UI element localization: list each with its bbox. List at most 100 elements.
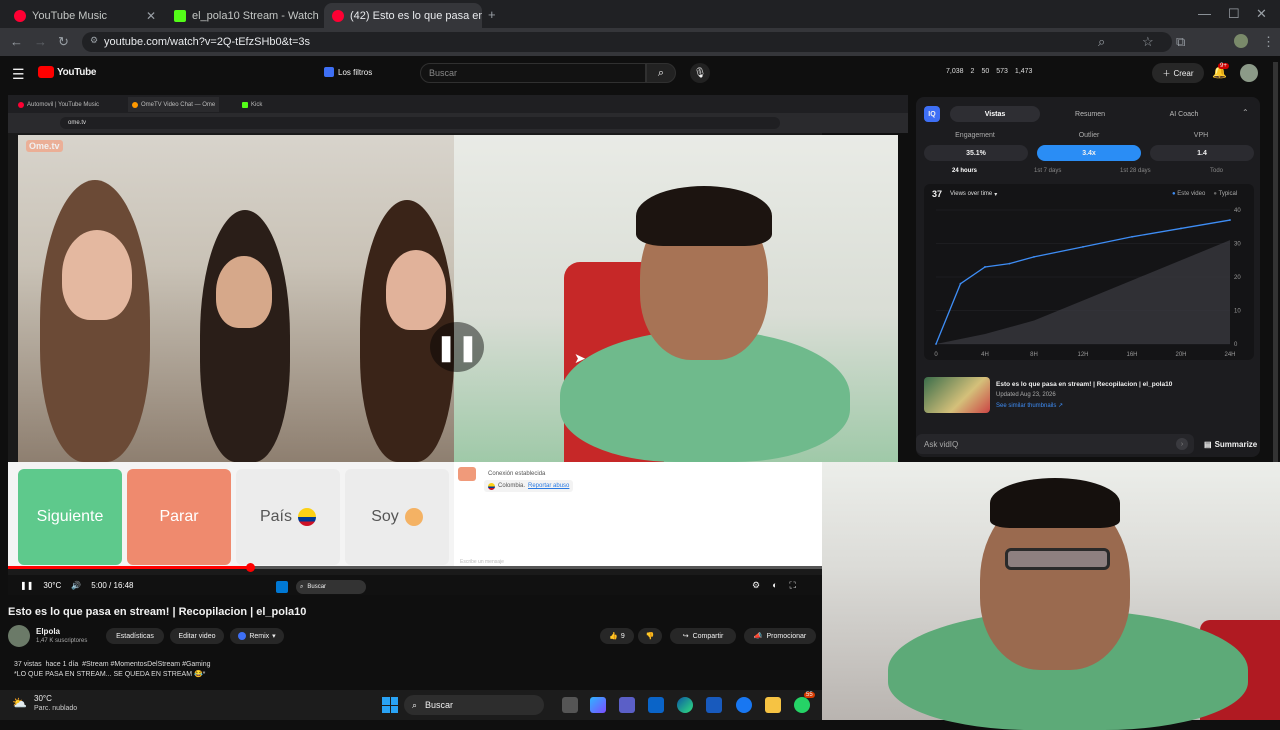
new-tab-icon[interactable]: + xyxy=(488,7,496,22)
edit-video-button[interactable]: Editar video xyxy=(170,628,224,644)
subscriber-count: 1,47 K suscriptores xyxy=(36,638,88,644)
range-24h[interactable]: 24 hours xyxy=(952,168,977,174)
channel-avatar[interactable] xyxy=(1240,64,1258,82)
gender-button[interactable]: Soy xyxy=(345,469,449,565)
hamburger-menu-icon[interactable]: ☰ xyxy=(12,66,25,83)
range-7d[interactable]: 1st 7 days xyxy=(1034,168,1061,174)
windows-start-icon xyxy=(276,581,288,593)
ask-vidiq-input[interactable]: Ask vidIQ xyxy=(916,434,1194,454)
description-box[interactable]: 37 vistas hace 1 día #Stream #MomentosDe… xyxy=(8,657,822,687)
data-point xyxy=(1008,262,1011,265)
views-line-chart: 0 10 20 30 40 0 4H 8H 12H 16H 20H 24H xyxy=(934,208,1241,358)
taskbar-search[interactable]: ⌕ Buscar xyxy=(404,695,544,715)
forward-icon[interactable]: → xyxy=(34,34,47,49)
microphone-icon: 🎙 xyxy=(693,67,707,79)
volume-icon[interactable]: 🔊 xyxy=(71,581,81,590)
mail-icon[interactable] xyxy=(648,697,664,713)
search-button[interactable]: ⌕ xyxy=(646,63,676,83)
tab-views[interactable]: Vistas xyxy=(950,106,1040,122)
dislike-button[interactable]: 👎 xyxy=(638,628,662,644)
close-tab-icon[interactable]: ✕ xyxy=(146,9,156,23)
youtube-logo-text[interactable]: YouTube xyxy=(57,67,97,78)
next-button[interactable]: Siguiente xyxy=(18,469,122,565)
remix-button[interactable]: Remix ▾ xyxy=(230,628,284,644)
whatsapp-icon[interactable] xyxy=(794,697,810,713)
similar-thumbnails-link[interactable]: See similar thumbnails ↗ xyxy=(996,402,1063,409)
file-explorer-icon[interactable] xyxy=(765,697,781,713)
settings-icon[interactable]: ⚙ xyxy=(752,580,760,591)
send-arrow-icon[interactable]: › xyxy=(1176,438,1188,450)
profile-avatar[interactable] xyxy=(1234,34,1248,48)
scrollbar[interactable] xyxy=(1273,62,1278,462)
zoom-icon[interactable]: ⌕ xyxy=(1098,34,1105,50)
browser-tab[interactable]: YouTube Music ✕ xyxy=(6,3,164,28)
legend-label: Typical xyxy=(1218,191,1238,197)
legend-label: Este video xyxy=(1177,191,1206,197)
country-button[interactable]: País xyxy=(236,469,340,565)
message-input[interactable]: Escribe un mensaje xyxy=(460,559,504,565)
back-icon[interactable]: ← xyxy=(10,34,23,49)
minimize-icon[interactable]: — xyxy=(1198,6,1211,21)
voice-search-button[interactable]: 🎙 xyxy=(690,63,710,83)
share-button[interactable]: ↪ Compartir xyxy=(670,628,736,644)
recorded-tab: OmeTV Video Chat — Ome xyxy=(128,97,220,112)
tab-summary[interactable]: Resumen xyxy=(1044,106,1136,122)
browser-tab-active[interactable]: (42) Esto es lo que pasa en ✕ xyxy=(324,3,482,28)
channel-avatar[interactable] xyxy=(8,625,30,647)
extensions-icon[interactable]: ⧉ xyxy=(1176,34,1185,50)
gender-label: Soy xyxy=(371,508,399,525)
vidiq-logo-icon: IQ xyxy=(924,106,940,122)
channel-name[interactable]: Elpola xyxy=(36,627,60,636)
search-icon: ⌕ xyxy=(412,699,418,710)
youtube-logo-icon[interactable] xyxy=(38,66,54,78)
filters-button[interactable]: Los filtros xyxy=(324,67,372,77)
edge-icon[interactable] xyxy=(677,697,693,713)
weather-icon[interactable]: ⛅ xyxy=(12,696,27,710)
stats-button[interactable]: Estadísticas xyxy=(106,628,164,644)
x-tick-label: 24H xyxy=(1224,352,1235,358)
fullscreen-icon[interactable]: ⛶ xyxy=(790,580,796,591)
word-icon[interactable] xyxy=(706,697,722,713)
promote-button[interactable]: 📣 Promocionar xyxy=(744,628,816,644)
views-line: 37 vistas hace 1 día #Stream #MomentosDe… xyxy=(14,661,211,668)
like-button[interactable]: 👍 9 xyxy=(600,628,634,644)
weather-temp: 30°C xyxy=(43,580,62,590)
chat-panel xyxy=(454,462,822,568)
reload-icon[interactable]: ↻ xyxy=(58,34,69,50)
task-view-icon[interactable] xyxy=(562,697,578,713)
range-28d[interactable]: 1st 28 days xyxy=(1120,168,1151,174)
stop-button[interactable]: Parar xyxy=(127,469,231,565)
tab-label: (42) Esto es lo que pasa en xyxy=(350,9,482,22)
url-field[interactable]: youtube.com/watch?v=2Q-tEfzSHb0&t=3s xyxy=(82,32,1172,52)
windows-start-icon[interactable] xyxy=(382,697,398,713)
browser-tab[interactable]: el_pola10 Stream - Watch Live ✕ xyxy=(166,3,322,28)
teams-icon[interactable] xyxy=(619,697,635,713)
chart-title-dropdown[interactable]: Views over time ▾ xyxy=(950,191,997,198)
legend-typical: ● Typical xyxy=(1213,191,1237,197)
collapse-chevron-icon[interactable]: ⌃ xyxy=(1242,108,1249,117)
toggle-icon[interactable]: ◐ xyxy=(772,580,777,591)
search-input[interactable]: Buscar xyxy=(420,63,646,83)
create-button[interactable]: ＋ Crear xyxy=(1152,63,1204,83)
summarize-button[interactable]: ▤ Summarize xyxy=(1204,440,1257,449)
copilot-icon[interactable] xyxy=(590,697,606,713)
video-thumbnail[interactable] xyxy=(924,377,990,413)
facebook-icon[interactable] xyxy=(736,697,752,713)
tab-label: el_pola10 Stream - Watch Live xyxy=(192,9,322,22)
thumbs-up-icon: 👍 xyxy=(609,633,618,640)
menu-kebab-icon[interactable]: ⋮ xyxy=(1262,34,1275,50)
create-label: Crear xyxy=(1173,68,1194,78)
bookmark-star-icon[interactable]: ☆ xyxy=(1142,34,1154,50)
data-point xyxy=(1082,245,1084,248)
pause-icon[interactable]: ❚❚ xyxy=(20,581,33,590)
maximize-icon[interactable]: ☐ xyxy=(1228,6,1240,22)
country-info: Colombia. Reportar abuso xyxy=(484,480,574,492)
close-window-icon[interactable]: ✕ xyxy=(1256,6,1267,22)
site-info-icon[interactable]: ⚙ xyxy=(90,35,98,46)
tab-ai-coach[interactable]: AI Coach xyxy=(1138,106,1230,122)
y-tick-label: 10 xyxy=(1234,309,1241,315)
range-all[interactable]: Todo xyxy=(1210,168,1223,174)
report-abuse-link[interactable]: Reportar abuso xyxy=(528,483,569,489)
pause-overlay-icon[interactable]: ❚❚ xyxy=(430,322,484,372)
metric-outlier: 3.4x xyxy=(1037,145,1141,161)
